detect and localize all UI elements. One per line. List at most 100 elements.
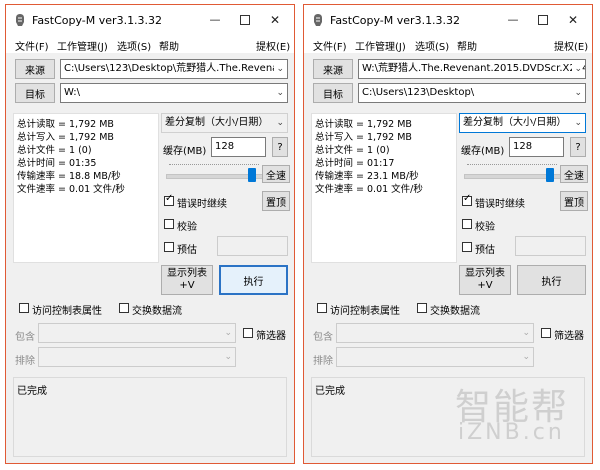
- minimize-button[interactable]: —: [502, 11, 524, 29]
- close-button[interactable]: ✕: [264, 11, 286, 29]
- continue-on-error-label: 错误时继续: [177, 199, 227, 210]
- title-bar: FastCopy-M ver3.1.3.32 — ✕: [304, 5, 592, 35]
- menu-options[interactable]: 选项(S): [117, 38, 151, 53]
- copy-mode-select[interactable]: 差分复制（大小/日期） ⌄: [161, 113, 288, 133]
- watermark-url: iZNB.cn: [458, 420, 565, 445]
- include-field: ⌄: [336, 323, 534, 343]
- execute-button[interactable]: 执行: [517, 265, 586, 295]
- menu-options[interactable]: 选项(S): [415, 38, 449, 53]
- filter-label: 筛选器: [256, 331, 286, 342]
- stat-total-read: 总计读取 = 1,792 MB: [315, 119, 412, 130]
- minimize-button[interactable]: —: [204, 11, 226, 29]
- stats-panel: 总计读取 = 1,792 MB 总计写入 = 1,792 MB 总计文件 = 1…: [311, 113, 457, 263]
- acl-label: 访问控制表属性: [330, 306, 400, 317]
- stat-total-time: 总计时间 = 01:35: [17, 158, 97, 169]
- menu-help[interactable]: 帮助: [159, 38, 179, 53]
- window-title: FastCopy-M ver3.1.3.32: [32, 14, 163, 27]
- speed-slider-ticks: [169, 164, 259, 169]
- stat-transfer-rate: 传输速率 = 18.8 MB/秒: [17, 171, 121, 182]
- source-path-text: C:\Users\123\Desktop\荒野猎人.The.Revenan: [64, 63, 285, 74]
- estimate-checkbox[interactable]: [462, 242, 472, 252]
- chevron-down-icon[interactable]: ⌄: [276, 114, 284, 132]
- menu-jobs[interactable]: 工作管理(J): [57, 38, 108, 53]
- buffer-size-input[interactable]: 128: [211, 137, 266, 157]
- menu-jobs[interactable]: 工作管理(J): [355, 38, 406, 53]
- buffer-label: 缓存(MB): [163, 146, 207, 157]
- help-button[interactable]: ?: [570, 137, 586, 157]
- acl-label: 访问控制表属性: [32, 306, 102, 317]
- buffer-size-input[interactable]: 128: [509, 137, 564, 157]
- chevron-down-icon: ⌄: [522, 328, 530, 338]
- speed-slider-thumb[interactable]: [248, 168, 256, 182]
- ads-checkbox[interactable]: [417, 303, 427, 313]
- speed-slider-thumb[interactable]: [546, 168, 554, 182]
- stat-total-files: 总计文件 = 1 (0): [17, 145, 92, 156]
- show-list-button[interactable]: 显示列表 +V: [161, 265, 213, 295]
- window-title: FastCopy-M ver3.1.3.32: [330, 14, 461, 27]
- verify-checkbox[interactable]: [462, 219, 472, 229]
- stats-panel: 总计读取 = 1,792 MB 总计写入 = 1,792 MB 总计文件 = 1…: [13, 113, 159, 263]
- continue-on-error-checkbox[interactable]: [164, 193, 174, 206]
- acl-checkbox[interactable]: [19, 303, 29, 313]
- chevron-down-icon[interactable]: ⌄: [574, 84, 582, 102]
- estimate-field: [515, 236, 586, 256]
- execute-button[interactable]: 执行: [219, 265, 288, 295]
- chevron-down-icon[interactable]: ⌄: [574, 114, 582, 132]
- copy-mode-select[interactable]: 差分复制（大小/日期） ⌄: [459, 113, 586, 133]
- menu-file[interactable]: 文件(F): [313, 38, 347, 53]
- full-speed-button[interactable]: 全速: [262, 165, 290, 183]
- copy-mode-value: 差分复制（大小/日期）: [463, 117, 567, 128]
- chevron-down-icon[interactable]: ⌄: [572, 60, 582, 78]
- menu-bar: 文件(F) 工作管理(J) 选项(S) 帮助 提权(E): [304, 35, 592, 53]
- estimate-checkbox[interactable]: [164, 242, 174, 252]
- log-panel: 已完成: [13, 377, 287, 457]
- menu-elevate[interactable]: 提权(E): [554, 38, 588, 53]
- source-path-field[interactable]: C:\Users\123\Desktop\荒野猎人.The.Revenan ⌄: [60, 59, 288, 79]
- chevron-down-icon: ⌄: [224, 328, 232, 338]
- include-label: 包含: [313, 332, 333, 343]
- chevron-down-icon[interactable]: ⌄: [274, 60, 284, 78]
- speed-slider-ticks: [467, 164, 557, 169]
- chevron-down-icon[interactable]: ⌄: [276, 84, 284, 102]
- log-text: 已完成: [17, 386, 47, 397]
- target-path-field[interactable]: W:\ ⌄: [60, 83, 288, 103]
- top-most-button[interactable]: 置顶: [560, 191, 588, 211]
- filter-checkbox[interactable]: [243, 328, 253, 338]
- exclude-label: 排除: [313, 356, 333, 367]
- app-icon: [16, 14, 24, 26]
- stat-total-time: 总计时间 = 01:17: [315, 158, 395, 169]
- source-button[interactable]: 来源: [313, 59, 353, 79]
- help-button[interactable]: ?: [272, 137, 288, 157]
- ads-checkbox[interactable]: [119, 303, 129, 313]
- stat-total-files: 总计文件 = 1 (0): [315, 145, 390, 156]
- menu-file[interactable]: 文件(F): [15, 38, 49, 53]
- target-button[interactable]: 目标: [15, 83, 55, 103]
- menu-help[interactable]: 帮助: [457, 38, 477, 53]
- show-list-button[interactable]: 显示列表 +V: [459, 265, 511, 295]
- source-button[interactable]: 来源: [15, 59, 55, 79]
- ads-label: 交换数据流: [430, 306, 480, 317]
- continue-on-error-checkbox[interactable]: [462, 193, 472, 206]
- app-icon: [314, 14, 322, 26]
- copy-mode-value: 差分复制（大小/日期）: [165, 117, 269, 128]
- target-path-field[interactable]: C:\Users\123\Desktop\ ⌄: [358, 83, 586, 103]
- acl-checkbox[interactable]: [317, 303, 327, 313]
- full-speed-button[interactable]: 全速: [560, 165, 588, 183]
- close-button[interactable]: ✕: [562, 11, 584, 29]
- menu-elevate[interactable]: 提权(E): [256, 38, 290, 53]
- source-path-field[interactable]: W:\荒野猎人.The.Revenant.2015.DVDScr.X264 ⌄: [358, 59, 586, 79]
- estimate-label: 预估: [177, 245, 197, 256]
- target-button[interactable]: 目标: [313, 83, 353, 103]
- verify-label: 校验: [177, 222, 197, 233]
- verify-label: 校验: [475, 222, 495, 233]
- verify-checkbox[interactable]: [164, 219, 174, 229]
- estimate-label: 预估: [475, 245, 495, 256]
- title-bar: FastCopy-M ver3.1.3.32 — ✕: [6, 5, 294, 35]
- filter-checkbox[interactable]: [541, 328, 551, 338]
- maximize-button[interactable]: [532, 11, 554, 29]
- top-most-button[interactable]: 置顶: [262, 191, 290, 211]
- exclude-field: ⌄: [38, 347, 236, 367]
- buffer-label: 缓存(MB): [461, 146, 505, 157]
- exclude-label: 排除: [15, 356, 35, 367]
- maximize-button[interactable]: [234, 11, 256, 29]
